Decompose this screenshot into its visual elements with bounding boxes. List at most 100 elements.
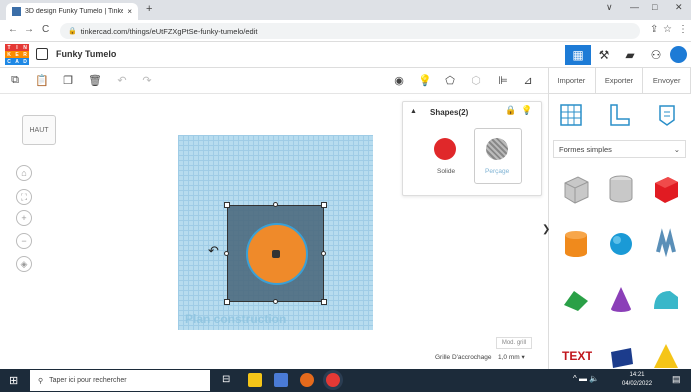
3d-view-grid-icon[interactable]: ▦	[565, 45, 591, 65]
close-window-icon[interactable]: ✕	[675, 2, 683, 13]
back-icon[interactable]: ←	[8, 24, 18, 35]
avatar[interactable]	[668, 44, 689, 65]
teams-icon[interactable]	[274, 373, 288, 387]
delete-icon[interactable]: 🗑	[88, 73, 102, 87]
system-tray-icon[interactable]: ^ ▬ 🔈	[573, 374, 599, 383]
show-all-icon[interactable]: ◉	[392, 73, 406, 87]
logo-letter: R	[21, 51, 29, 58]
mirror-icon[interactable]: ⊿	[521, 73, 535, 87]
resize-handle[interactable]	[224, 251, 229, 256]
design-menu-icon[interactable]	[36, 48, 48, 60]
tinkercad-logo[interactable]: TIN KER CAD	[5, 44, 29, 66]
taskbar-clock[interactable]: 14:21 04/02/2022	[622, 371, 652, 389]
forward-icon[interactable]: →	[24, 24, 34, 35]
view-cube[interactable]: HAUT	[22, 115, 56, 145]
resize-handle[interactable]	[224, 202, 230, 208]
solid-color-button[interactable]	[434, 138, 456, 160]
firefox-icon[interactable]	[300, 373, 314, 387]
light-bulb-icon[interactable]: 💡	[418, 73, 432, 87]
url-field[interactable]: 🔒 tinkercad.com/things/eUtFZXgPtSe-funky…	[60, 23, 640, 39]
paste-icon[interactable]: 📋	[35, 73, 49, 87]
ruler-icon[interactable]	[604, 100, 634, 130]
tab-close-icon[interactable]: ×	[127, 7, 132, 16]
rotate-handle-icon[interactable]: ↶	[208, 243, 219, 259]
workplane-label: Plan construction	[185, 312, 287, 326]
notification-icon[interactable]: ▤	[672, 374, 681, 385]
resize-handle[interactable]	[273, 299, 278, 304]
send-tab[interactable]: Envoyer	[643, 68, 691, 94]
home-view-icon[interactable]: ⌂	[16, 165, 32, 181]
taskbar-search-field[interactable]: ⚲ Taper ici pour rechercher	[30, 370, 210, 391]
center-marker[interactable]	[272, 250, 280, 258]
redo-icon[interactable]: ↷	[140, 73, 154, 87]
shape-box-hole[interactable]	[560, 173, 592, 205]
shape-cylinder-hole[interactable]	[605, 173, 637, 205]
shape-pyramid[interactable]	[650, 338, 682, 370]
shape-cylinder[interactable]	[560, 228, 592, 260]
svg-text:TEXT: TEXT	[562, 349, 592, 363]
minimize-window-icon[interactable]: —	[630, 2, 639, 12]
reload-icon[interactable]: C	[42, 24, 49, 35]
snap-grid-select[interactable]: 1,0 mm ▾	[498, 353, 525, 361]
windows-start-icon[interactable]: ⊞	[9, 374, 18, 387]
url-text: tinkercad.com/things/eUtFZXgPtSe-funky-t…	[80, 26, 258, 36]
project-name[interactable]: Funky Tumelo	[56, 49, 116, 59]
new-tab-button[interactable]: +	[146, 3, 152, 15]
clock-time: 14:21	[629, 372, 645, 378]
collapse-caret-icon[interactable]: ▲	[410, 108, 417, 115]
select-caret-icon: ⌄	[673, 144, 680, 154]
shape-sphere[interactable]	[605, 228, 637, 260]
browser-tab[interactable]: 3D design Funky Tumelo | Tinker ×	[6, 3, 138, 20]
panel-tabs: Importer Exporter Envoyer	[548, 68, 691, 94]
file-explorer-icon[interactable]	[248, 373, 262, 387]
shape-text[interactable]: TEXT	[560, 338, 593, 370]
resize-handle[interactable]	[321, 299, 327, 305]
shape-category-select[interactable]: Formes simples ⌄	[553, 140, 686, 158]
collapse-panel-icon[interactable]: ❯	[542, 224, 550, 235]
profile-icon[interactable]: ⋮	[678, 24, 688, 35]
lock-icon[interactable]: 🔒	[505, 105, 516, 116]
grid-plane-icon[interactable]	[556, 100, 586, 130]
minimize-icon[interactable]: ∨	[606, 2, 613, 13]
zoom-out-icon[interactable]: −	[16, 233, 32, 249]
chrome-icon[interactable]	[326, 373, 340, 387]
align-icon[interactable]: ⊫	[496, 73, 510, 87]
shape-scribble[interactable]	[650, 228, 682, 260]
shape-roof[interactable]	[560, 283, 592, 315]
notes-icon[interactable]	[652, 100, 682, 130]
search-icon: ⚲	[38, 377, 44, 385]
shape-polygon[interactable]	[605, 338, 637, 370]
shape-cone[interactable]	[605, 283, 637, 315]
maximize-icon[interactable]: □	[652, 2, 657, 12]
hole-button[interactable]	[486, 138, 508, 160]
pickaxe-icon[interactable]: ⚒	[591, 45, 617, 65]
briefcase-icon[interactable]: ▰	[617, 45, 643, 65]
resize-handle[interactable]	[321, 251, 326, 256]
edit-toolbar	[0, 68, 548, 94]
tinkercad-favicon-icon	[12, 7, 21, 16]
task-view-icon[interactable]: ⊟	[222, 374, 230, 385]
perspective-icon[interactable]: ◈	[16, 256, 32, 272]
duplicate-icon[interactable]: ❐	[61, 73, 75, 87]
group-icon[interactable]: ⬠	[443, 73, 457, 87]
zoom-in-icon[interactable]: +	[16, 210, 32, 226]
fit-view-icon[interactable]: ⛶	[16, 189, 32, 205]
resize-handle[interactable]	[273, 202, 278, 207]
share-icon[interactable]: ⇪	[650, 24, 658, 35]
edit-grid-button[interactable]: Mod. grill	[496, 337, 532, 349]
visibility-icon[interactable]: 💡	[521, 105, 532, 116]
copy-icon[interactable]: ⧉	[8, 73, 22, 87]
add-user-icon[interactable]: ⚇	[643, 45, 669, 65]
export-tab[interactable]: Exporter	[595, 68, 644, 94]
tab-title: 3D design Funky Tumelo | Tinker	[25, 8, 124, 15]
ungroup-icon[interactable]: ⬡	[469, 73, 483, 87]
hole-label: Perçage	[485, 168, 510, 175]
shape-round-roof[interactable]	[650, 283, 682, 315]
resize-handle[interactable]	[321, 202, 327, 208]
shape-box[interactable]	[650, 173, 682, 205]
snap-grid-label: Grille D'accrochage	[435, 354, 492, 361]
import-tab[interactable]: Importer	[548, 68, 596, 94]
resize-handle[interactable]	[224, 299, 230, 305]
bookmark-star-icon[interactable]: ☆	[663, 24, 672, 35]
undo-icon[interactable]: ↶	[115, 73, 129, 87]
